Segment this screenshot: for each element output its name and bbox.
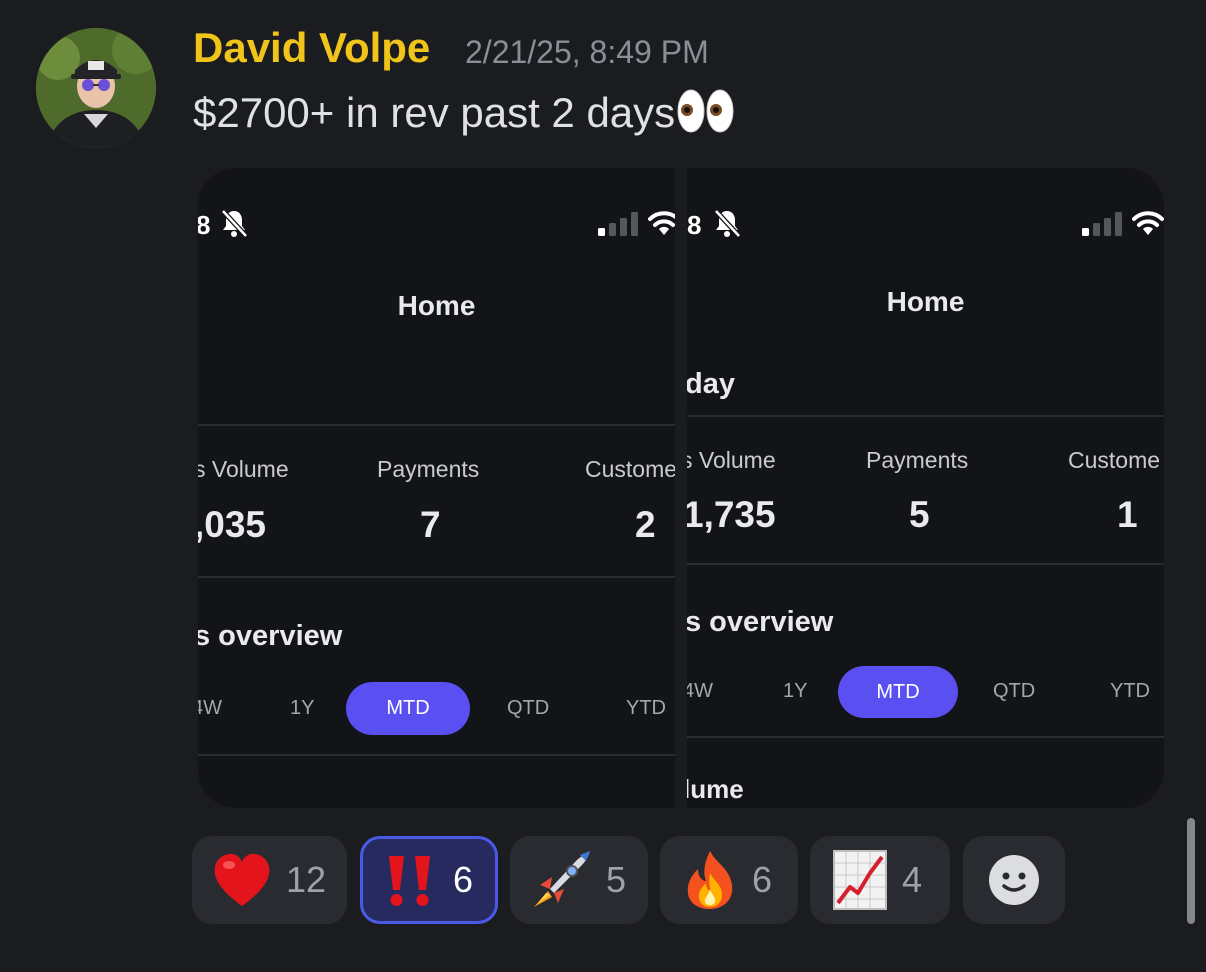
metric-value-payments: 5 [909,494,930,535]
add-reaction-smiley-icon [988,854,1040,906]
metric-value-volume: 1,735 [687,494,776,535]
page-title: Home [886,286,965,317]
status-time: 8 [687,210,702,240]
add-reaction-button[interactable] [963,836,1065,924]
divider [687,736,1164,738]
metric-label-volume: s Volume [198,456,289,482]
volume-label: lume [687,774,744,804]
reaction-count: 6 [752,859,773,900]
chart-increasing-icon [832,849,888,911]
metric-value-customers: 2 [635,504,656,545]
fire-icon [682,849,738,911]
range-1y[interactable]: 1Y [290,697,314,720]
reaction-chart-increasing[interactable]: 4 [810,836,950,924]
overview-title: s overview [687,606,834,638]
divider [198,754,675,756]
double-exclamation-icon [383,852,439,908]
range-ytd[interactable]: YTD [1110,680,1150,703]
metric-value-customers: 1 [1117,494,1138,535]
reaction-double-exclamation[interactable]: 6 [360,836,498,924]
metric-value-volume: ,035 [198,504,267,545]
cellular-signal-icon [1082,212,1124,241]
status-time: 8 [198,210,211,240]
page-title: Home [397,290,476,321]
screenshot-1[interactable]: 8 Home s Volume Payments Custome ,035 7 … [198,168,675,808]
range-1y[interactable]: 1Y [783,680,807,703]
message-text-content: $2700+ in rev past 2 days [193,89,676,137]
screenshot-2[interactable]: 8 Home day s Volume Payments Custome 1,7… [687,168,1164,808]
overview-title: s overview [198,620,343,652]
today-label: day [687,368,735,400]
range-4w[interactable]: 4W [687,680,713,703]
range-mtd-selected[interactable]: MTD [346,682,470,735]
message-author[interactable]: David Volpe [193,24,430,72]
metric-label-customers: Custome [1068,447,1161,473]
reaction-fire[interactable]: 6 [660,836,798,924]
heart-icon [212,852,272,908]
range-qtd[interactable]: QTD [993,680,1035,703]
reaction-count: 4 [902,859,923,900]
divider [687,415,1164,417]
reaction-heart[interactable]: 12 [192,836,347,924]
range-ytd[interactable]: YTD [626,697,666,720]
reaction-count: 5 [606,859,627,900]
image-attachments[interactable]: 8 Home s Volume Payments Custome ,035 7 … [198,168,1164,808]
reaction-count: 12 [286,859,327,900]
divider [198,424,675,426]
range-mtd-selected[interactable]: MTD [838,666,958,718]
metric-label-payments: Payments [377,456,480,482]
message-timestamp: 2/21/25, 8:49 PM [465,34,709,70]
metric-label-payments: Payments [866,447,969,473]
divider [198,576,675,578]
message-text: $2700+ in rev past 2 days [193,88,735,144]
reaction-count: 6 [453,859,474,900]
metric-label-volume: s Volume [687,447,776,473]
reaction-rocket[interactable]: 5 [510,836,648,924]
rocket-icon [528,849,592,911]
wifi-icon [648,210,675,241]
wifi-icon [1132,210,1164,241]
user-avatar[interactable] [36,28,156,148]
bell-muted-icon [713,208,741,243]
metric-value-payments: 7 [420,504,441,545]
bell-muted-icon [220,208,248,243]
eyes-icon [677,88,735,144]
range-4w[interactable]: 4W [198,697,222,720]
cellular-signal-icon [598,212,640,241]
divider [687,563,1164,565]
metric-label-customers: Custome [585,456,675,482]
scrollbar[interactable] [1187,818,1195,924]
range-qtd[interactable]: QTD [507,697,549,720]
